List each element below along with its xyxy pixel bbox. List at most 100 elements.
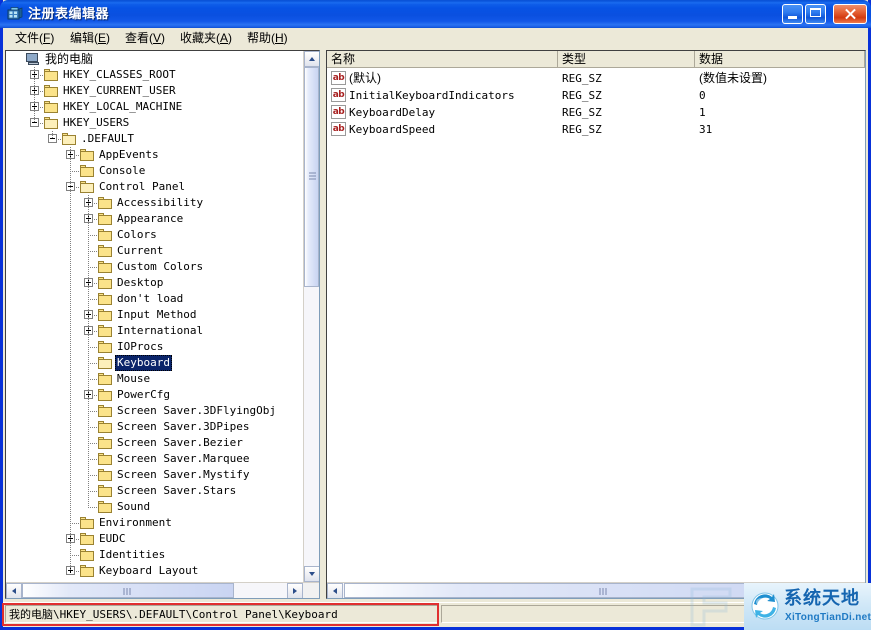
folder-icon — [97, 244, 113, 258]
tree-guide-line — [52, 131, 53, 139]
tree-vertical-scrollbar[interactable] — [303, 51, 319, 582]
tree-node[interactable]: IOProcs — [6, 339, 302, 355]
tree-node[interactable]: Screen Saver.Mystify — [6, 467, 302, 483]
registry-editor-icon — [7, 6, 23, 22]
folder-icon — [97, 372, 113, 386]
tree-node[interactable]: Screen Saver.Marquee — [6, 451, 302, 467]
tree-node[interactable]: Screen Saver.3DPipes — [6, 419, 302, 435]
maximize-icon — [810, 8, 821, 17]
tree-node[interactable]: Mouse — [6, 371, 302, 387]
folder-icon — [97, 308, 113, 322]
folder-icon — [97, 388, 113, 402]
watermark-subtitle: XiTongTianDi.net — [785, 611, 871, 624]
value-type: REG_SZ — [562, 70, 602, 87]
tree-node-label: Screen Saver.Stars — [115, 483, 238, 499]
value-name: KeyboardDelay — [349, 104, 435, 121]
folder-icon — [79, 548, 95, 562]
tree-node[interactable]: PowerCfg — [6, 387, 302, 403]
folder-icon — [97, 468, 113, 482]
tree-guide-line — [70, 147, 71, 571]
chevron-left-icon — [12, 588, 16, 594]
string-value-icon: ab — [331, 105, 346, 119]
tree-node[interactable]: Accessibility — [6, 195, 302, 211]
value-row[interactable]: abInitialKeyboardIndicatorsREG_SZ0 — [327, 87, 865, 104]
list-scroll-left-button[interactable] — [327, 583, 343, 599]
tree-node[interactable]: Screen Saver.Bezier — [6, 435, 302, 451]
tree-node[interactable]: Keyboard — [6, 355, 302, 371]
tree-scroll-down-button[interactable] — [304, 566, 320, 582]
title-bar: 注册表编辑器 — [0, 0, 871, 28]
menu-item-5[interactable]: 帮助(H) — [243, 30, 292, 46]
folder-icon — [79, 564, 95, 578]
tree-scroll-left-button[interactable] — [6, 583, 22, 599]
value-row[interactable]: abKeyboardSpeedREG_SZ31 — [327, 121, 865, 138]
tree-hscroll-thumb[interactable] — [22, 583, 234, 598]
folder-open-icon — [97, 356, 113, 370]
tree-node[interactable]: Keyboard Layout — [6, 563, 302, 579]
tree-node[interactable]: International — [6, 323, 302, 339]
column-header-1[interactable]: 名称 — [327, 51, 558, 67]
status-path-text: 我的电脑\HKEY_USERS\.DEFAULT\Control Panel\K… — [9, 607, 338, 622]
tree-node-label: HKEY_LOCAL_MACHINE — [61, 99, 184, 115]
tree-node-label: Input Method — [115, 307, 198, 323]
folder-icon — [79, 532, 95, 546]
tree-node[interactable]: Appearance — [6, 211, 302, 227]
value-type: REG_SZ — [562, 104, 602, 121]
value-row[interactable]: ab(默认)REG_SZ(数值未设置) — [327, 70, 865, 87]
tree-node[interactable]: HKEY_LOCAL_MACHINE — [6, 99, 302, 115]
column-header-3[interactable]: 数据 — [695, 51, 865, 67]
tree-node[interactable]: Control Panel — [6, 179, 302, 195]
watermark-title: 系统天地 — [784, 587, 860, 609]
recycle-arrows-logo-icon — [748, 590, 782, 622]
tree-node-label: Screen Saver.3DPipes — [115, 419, 251, 435]
menu-item-2[interactable]: 编辑(E) — [66, 30, 114, 46]
folder-icon — [43, 100, 59, 114]
my-computer-icon — [25, 52, 41, 66]
tree-node[interactable]: Screen Saver.Stars — [6, 483, 302, 499]
registry-tree-pane: 我的电脑HKEY_CLASSES_ROOTHKEY_CURRENT_USERHK… — [5, 50, 320, 599]
menu-bar: 文件(F) 编辑(E) 查看(V) 收藏夹(A) 帮助(H) — [3, 28, 868, 49]
tree-node[interactable]: Identities — [6, 547, 302, 563]
tree-node[interactable]: HKEY_USERS — [6, 115, 302, 131]
tree-node[interactable]: EUDC — [6, 531, 302, 547]
tree-root-node[interactable]: 我的电脑 — [6, 51, 302, 67]
folder-icon — [97, 340, 113, 354]
chevron-left-icon — [333, 588, 337, 594]
tree-node[interactable]: Input Method — [6, 307, 302, 323]
tree-node[interactable]: Console — [6, 163, 302, 179]
tree-node[interactable]: Custom Colors — [6, 259, 302, 275]
tree-node-label: AppEvents — [97, 147, 161, 163]
folder-icon — [79, 148, 95, 162]
tree-node[interactable]: Colors — [6, 227, 302, 243]
column-header-2[interactable]: 类型 — [558, 51, 695, 67]
tree-vscroll-thumb[interactable] — [304, 67, 319, 287]
menu-item-1[interactable]: 文件(F) — [11, 30, 58, 46]
tree-node[interactable]: Screen Saver.3DFlyingObj — [6, 403, 302, 419]
tree-node[interactable]: Desktop — [6, 275, 302, 291]
menu-item-4[interactable]: 收藏夹(A) — [176, 30, 236, 46]
tree-node[interactable]: HKEY_CLASSES_ROOT — [6, 67, 302, 83]
tree-node[interactable]: Sound — [6, 499, 302, 515]
tree-node[interactable]: don't load — [6, 291, 302, 307]
tree-node[interactable]: Current — [6, 243, 302, 259]
chevron-up-icon — [309, 57, 315, 61]
tree-guide-line — [88, 195, 89, 507]
minimize-button[interactable] — [782, 4, 803, 24]
value-type: REG_SZ — [562, 121, 602, 138]
tree-horizontal-scrollbar[interactable] — [6, 582, 319, 598]
value-name: (默认) — [349, 70, 381, 87]
value-row[interactable]: abKeyboardDelayREG_SZ1 — [327, 104, 865, 121]
tree-node-label: don't load — [115, 291, 185, 307]
folder-icon — [97, 484, 113, 498]
tree-node[interactable]: HKEY_CURRENT_USER — [6, 83, 302, 99]
maximize-button[interactable] — [805, 4, 826, 24]
tree-scroll-right-button[interactable] — [287, 583, 303, 599]
close-button[interactable] — [833, 4, 867, 24]
tree-node[interactable]: AppEvents — [6, 147, 302, 163]
menu-item-3[interactable]: 查看(V) — [121, 30, 169, 46]
registry-editor-window: 注册表编辑器 文件(F)编辑(E)查看(V)收藏夹(A)帮助(H) 我的电脑HK… — [0, 0, 871, 630]
tree-node[interactable]: .DEFAULT — [6, 131, 302, 147]
folder-open-icon — [79, 180, 95, 194]
tree-node[interactable]: Environment — [6, 515, 302, 531]
tree-scroll-up-button[interactable] — [304, 51, 320, 67]
